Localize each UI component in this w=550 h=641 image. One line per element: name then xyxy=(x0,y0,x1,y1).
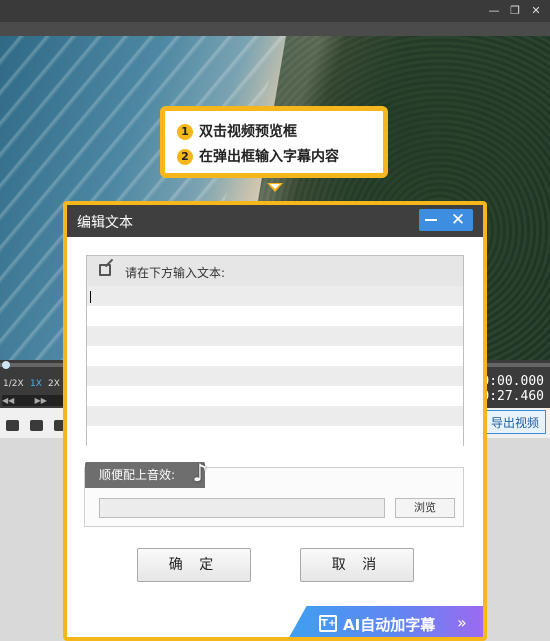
sound-effect-path-input[interactable] xyxy=(99,498,385,518)
total-time: 0:27.460 xyxy=(481,389,544,404)
edit-icon xyxy=(99,264,111,276)
dialog-window-buttons: ✕ xyxy=(419,209,473,231)
app-titlebar: — ❐ ✕ xyxy=(0,0,550,22)
sound-effect-group: 顺便配上音效: ♪ 浏览 xyxy=(84,459,464,527)
text-plus-icon: T+ xyxy=(319,615,337,632)
text-area-prompt: 请在下方输入文本: xyxy=(125,266,226,280)
music-note-icon: ♪ xyxy=(192,459,208,487)
tooltip-arrow xyxy=(267,183,283,192)
tooltip-step-1: 1 双击视频预览框 xyxy=(177,121,297,143)
tooltip-step-text: 双击视频预览框 xyxy=(199,124,297,140)
text-caret xyxy=(90,291,91,303)
toolbar-strip xyxy=(0,22,550,36)
dialog-titlebar: 编辑文本 ✕ xyxy=(67,205,483,237)
speed-1x[interactable]: 1X xyxy=(30,379,42,389)
grid-icon[interactable] xyxy=(6,420,19,431)
jog-shuttle[interactable]: ◀◀ ▶▶ xyxy=(2,395,64,406)
edit-text-dialog: 编辑文本 ✕ 请在下方输入文本: 顺便配上音效: ♪ 浏览 确 定 取 消 T+… xyxy=(63,201,487,641)
current-time: 0:00.000 xyxy=(481,374,544,389)
progress-knob[interactable] xyxy=(2,361,10,369)
step-number-badge: 1 xyxy=(177,124,193,140)
tooltip-step-text: 在弹出框输入字幕内容 xyxy=(199,149,339,165)
minimize-icon[interactable]: — xyxy=(486,3,502,19)
export-video-button[interactable]: 导出视频 xyxy=(484,410,546,434)
close-icon[interactable]: ✕ xyxy=(447,209,469,231)
ai-subtitle-label: AI自动加字幕 xyxy=(343,616,436,634)
speed-half[interactable]: 1/2X xyxy=(3,379,24,389)
dialog-title: 编辑文本 xyxy=(77,215,133,231)
folder-icon[interactable] xyxy=(30,420,43,431)
ai-subtitle-button[interactable]: T+ AI自动加字幕 » xyxy=(287,606,483,637)
close-icon[interactable]: ✕ xyxy=(528,3,544,19)
restore-icon[interactable]: ❐ xyxy=(507,3,523,19)
double-chevron-right-icon: » xyxy=(457,613,467,632)
instruction-tooltip: 1 双击视频预览框 2 在弹出框输入字幕内容 xyxy=(160,106,388,178)
text-area-header: 请在下方输入文本: xyxy=(87,256,463,287)
browse-button[interactable]: 浏览 xyxy=(395,498,455,518)
text-lines[interactable] xyxy=(87,286,463,446)
cancel-button[interactable]: 取 消 xyxy=(300,548,414,582)
text-input-area[interactable]: 请在下方输入文本: xyxy=(86,255,464,446)
minimize-icon[interactable] xyxy=(425,219,437,221)
speed-2x[interactable]: 2X xyxy=(48,379,60,389)
ok-button[interactable]: 确 定 xyxy=(137,548,251,582)
tooltip-step-2: 2 在弹出框输入字幕内容 xyxy=(177,146,339,168)
step-number-badge: 2 xyxy=(177,149,193,165)
